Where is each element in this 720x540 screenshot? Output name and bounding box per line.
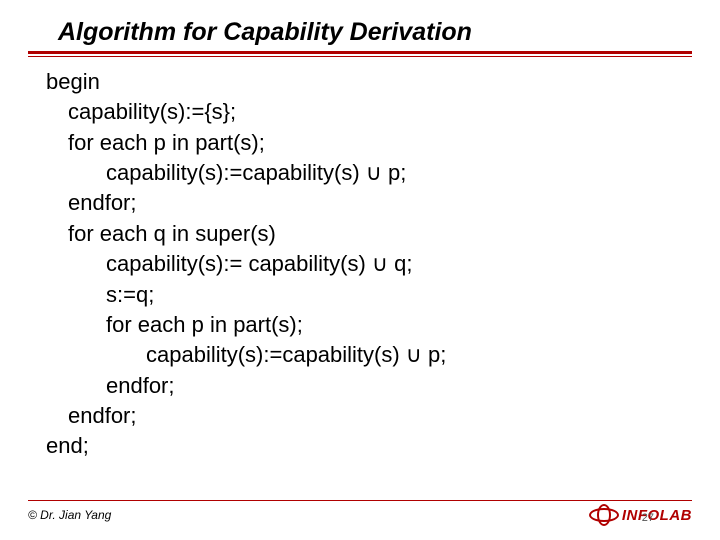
code-line: for each q in super(s) [46,219,692,249]
algorithm-body: begincapability(s):={s};for each p in pa… [28,67,692,462]
code-line: capability(s):=capability(s) ∪ p; [46,340,692,370]
copyright-text: © Dr. Jian Yang [28,508,111,522]
code-line: end; [46,431,692,461]
code-line: endfor; [46,401,692,431]
code-line: for each p in part(s); [46,310,692,340]
code-line: s:=q; [46,280,692,310]
footer-rule [28,500,692,501]
page-number: 27 [642,512,654,524]
title-rule-thick [28,51,692,54]
title-rule-thin [28,56,692,57]
code-line: begin [46,67,692,97]
code-line: endfor; [46,371,692,401]
slide: Algorithm for Capability Derivation begi… [0,0,720,540]
logo: INFOLAB [589,504,692,526]
code-line: capability(s):={s}; [46,97,692,127]
code-line: capability(s):=capability(s) ∪ p; [46,158,692,188]
code-line: endfor; [46,188,692,218]
logo-text: INFOLAB [622,507,692,524]
logo-mark-icon [589,504,619,526]
footer: © Dr. Jian Yang INFOLAB 27 [28,500,692,526]
code-line: capability(s):= capability(s) ∪ q; [46,249,692,279]
slide-title: Algorithm for Capability Derivation [28,18,692,51]
footer-row: © Dr. Jian Yang INFOLAB [28,504,692,526]
code-line: for each p in part(s); [46,128,692,158]
